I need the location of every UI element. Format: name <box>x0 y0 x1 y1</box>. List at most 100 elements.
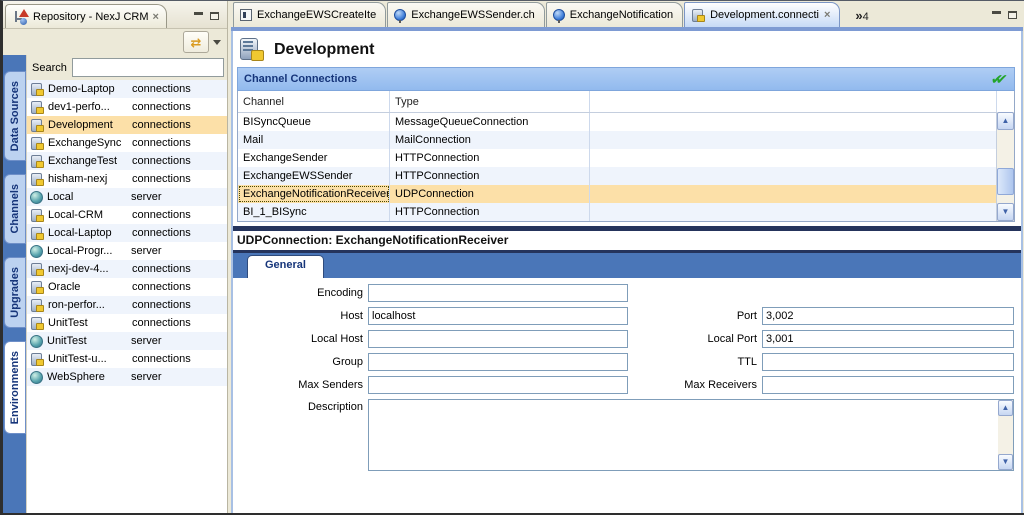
editor-tab[interactable]: Development.connecti × <box>684 2 840 27</box>
close-icon[interactable]: × <box>153 11 159 23</box>
scrollbar-thumb[interactable] <box>997 168 1014 195</box>
connections-icon <box>30 136 44 150</box>
page-title: Development <box>274 41 374 59</box>
table-row[interactable]: ExchangeEWSSender HTTPConnection <box>238 167 1014 185</box>
search-input[interactable] <box>72 58 224 77</box>
detail-title: UDPConnection: ExchangeNotificationRecei… <box>233 231 1021 250</box>
more-tabs-chevron[interactable]: »4 <box>855 8 868 27</box>
list-item[interactable]: WebSphere server <box>27 368 227 386</box>
channel-icon <box>394 9 406 21</box>
maximize-icon[interactable] <box>210 12 219 20</box>
field-label: Local Host <box>239 333 363 345</box>
list-item[interactable]: Oracle connections <box>27 278 227 296</box>
editor-tab[interactable]: ExchangeEWSSender.ch <box>387 2 545 27</box>
sidebar-tab-channels[interactable]: Channels <box>4 174 26 244</box>
list-item[interactable]: nexj-dev-4... connections <box>27 260 227 278</box>
sync-icon: ⇄ <box>191 36 202 49</box>
field-label: Group <box>239 356 363 368</box>
validate-checks-icon[interactable]: ✔✔ <box>989 71 1009 88</box>
list-item[interactable]: Development connections <box>27 116 227 134</box>
server-icon <box>30 191 43 204</box>
sidebar-tab-upgrades[interactable]: Upgrades <box>4 257 26 328</box>
scroll-up-icon[interactable]: ▲ <box>997 112 1014 130</box>
editor-tab[interactable]: ExchangeNotification <box>546 2 683 27</box>
field-label: Port <box>633 310 757 322</box>
repository-view-tab[interactable]: Repository - NexJ CRM × <box>5 4 167 28</box>
connections-icon <box>30 352 44 366</box>
scroll-down-icon[interactable]: ▼ <box>997 203 1014 221</box>
table-row[interactable]: BI_1_BISync HTTPConnection <box>238 203 1014 221</box>
connections-icon <box>30 226 44 240</box>
connections-icon <box>30 208 44 222</box>
editor-tab[interactable]: ExchangeEWSCreateIte <box>233 2 386 27</box>
repository-titlebar: Repository - NexJ CRM × <box>3 1 227 29</box>
column-header-channel[interactable]: Channel <box>238 91 390 112</box>
list-item[interactable]: Local-Progr... server <box>27 242 227 260</box>
server-icon <box>30 335 43 348</box>
minimize-icon[interactable] <box>194 12 203 20</box>
list-item[interactable]: ExchangeSync connections <box>27 134 227 152</box>
close-icon[interactable]: × <box>824 9 830 21</box>
description-input[interactable] <box>368 399 1014 471</box>
field-label: TTL <box>633 356 757 368</box>
sidebar-tab-data-sources[interactable]: Data Sources <box>4 71 26 161</box>
column-header-type[interactable]: Type <box>390 91 590 112</box>
editor-area: ExchangeEWSCreateIte ExchangeEWSSender.c… <box>231 1 1023 513</box>
list-item[interactable]: ron-perfor... connections <box>27 296 227 314</box>
ttl-field[interactable] <box>762 353 1014 371</box>
table-row[interactable]: ExchangeSender HTTPConnection <box>238 149 1014 167</box>
field-label: Max Senders <box>239 379 363 391</box>
minimize-icon[interactable] <box>992 11 1001 19</box>
field-label: Local Port <box>633 333 757 345</box>
local-port-field[interactable] <box>762 330 1014 348</box>
sidebar-tab-environments[interactable]: Environments <box>4 341 26 434</box>
list-item[interactable]: UnitTest server <box>27 332 227 350</box>
list-item[interactable]: Demo-Laptop connections <box>27 80 227 98</box>
list-item[interactable]: hisham-nexj connections <box>27 170 227 188</box>
table-row[interactable]: BISyncQueue MessageQueueConnection <box>238 113 1014 131</box>
list-item[interactable]: UnitTest connections <box>27 314 227 332</box>
table-row[interactable]: Mail MailConnection <box>238 131 1014 149</box>
server-icon <box>30 371 43 384</box>
scroll-up-icon[interactable]: ▲ <box>998 400 1013 416</box>
list-item[interactable]: dev1-perfo... connections <box>27 98 227 116</box>
scroll-down-icon[interactable]: ▼ <box>998 454 1013 470</box>
group-field[interactable] <box>368 353 628 371</box>
tab-general[interactable]: General <box>247 255 324 278</box>
port-field[interactable] <box>762 307 1014 325</box>
view-menu-icon[interactable] <box>213 40 221 45</box>
detail-tab-bar: General <box>233 253 1021 278</box>
link-with-editor-button[interactable]: ⇄ <box>183 31 209 53</box>
environment-icon <box>239 37 265 62</box>
connections-icon <box>30 172 44 186</box>
field-label: Encoding <box>239 287 363 299</box>
repository-title: Repository - NexJ CRM <box>33 11 149 23</box>
host-field[interactable] <box>368 307 628 325</box>
local-host-field[interactable] <box>368 330 628 348</box>
list-item[interactable]: Local-CRM connections <box>27 206 227 224</box>
encoding-field[interactable] <box>368 284 628 302</box>
repository-view: Repository - NexJ CRM × ⇄ Data Sources Ch… <box>3 1 228 513</box>
editor-tab-bar: ExchangeEWSCreateIte ExchangeEWSSender.c… <box>231 1 1023 27</box>
connections-icon <box>30 316 44 330</box>
sidebar-tab-strip: Data Sources Channels Upgrades Environments <box>3 55 26 513</box>
list-item[interactable]: UnitTest-u... connections <box>27 350 227 368</box>
list-item[interactable]: ExchangeTest connections <box>27 152 227 170</box>
channel-connections-table: Channel Type BISyncQueue MessageQueueCon… <box>237 91 1015 222</box>
table-row[interactable]: ExchangeNotificationReceiver UDPConnecti… <box>238 185 1014 203</box>
list-item[interactable]: Local server <box>27 188 227 206</box>
max-receivers-field[interactable] <box>762 376 1014 394</box>
description-label: Description <box>239 399 363 413</box>
list-item[interactable]: Local-Laptop connections <box>27 224 227 242</box>
maximize-icon[interactable] <box>1008 11 1017 19</box>
field-label: Host <box>239 310 363 322</box>
connections-icon <box>30 298 44 312</box>
connections-icon <box>30 82 44 96</box>
connections-icon <box>691 8 705 22</box>
max-senders-field[interactable] <box>368 376 628 394</box>
description-scrollbar[interactable]: ▲▼ <box>998 400 1013 470</box>
connections-icon <box>30 154 44 168</box>
table-scrollbar[interactable]: ▲ ▼ <box>996 112 1014 221</box>
channel-connections-header: Channel Connections ✔✔ <box>237 67 1015 91</box>
environments-list: Demo-Laptop connections dev1-perfo... co… <box>27 80 227 513</box>
